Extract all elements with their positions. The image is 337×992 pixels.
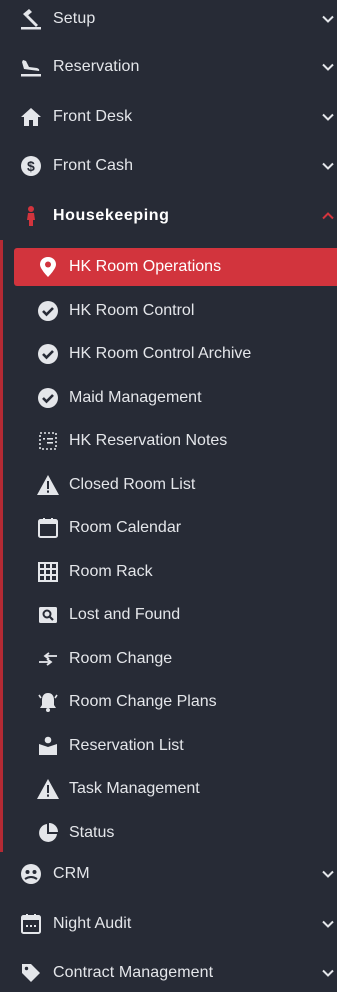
submenu-label: HK Room Control Archive [69, 345, 252, 362]
submenu-item-room-change[interactable]: Room Change [0, 640, 337, 678]
submenu-label: Room Calendar [69, 519, 182, 536]
search-box-icon [36, 603, 60, 627]
nav-label: CRM [53, 865, 90, 882]
submenu-item-hk-reservation-notes[interactable]: HK Reservation Notes [0, 422, 337, 460]
nav-item-contract-management[interactable]: Contract Management [0, 954, 337, 992]
hammer-icon [20, 8, 42, 30]
tag-icon [20, 962, 42, 984]
calendar-dots-icon [20, 913, 42, 935]
submenu-item-room-calendar[interactable]: Room Calendar [0, 509, 337, 547]
submenu-item-hk-room-operations[interactable]: HK Room Operations [14, 248, 337, 286]
bell-alert-icon [36, 690, 60, 714]
submenu-label: Reservation List [69, 737, 184, 754]
chevron-down-icon [322, 113, 334, 121]
submenu-item-hk-room-control[interactable]: HK Room Control [0, 292, 337, 330]
submenu-label: HK Room Control [69, 302, 195, 319]
nav-item-setup[interactable]: Setup [0, 0, 337, 38]
submenu-item-maid-management[interactable]: Maid Management [0, 379, 337, 417]
plane-landing-icon [20, 56, 42, 78]
swap-arrows-icon [36, 647, 60, 671]
warning-icon [36, 777, 60, 801]
submenu-item-lost-and-found[interactable]: Lost and Found [0, 596, 337, 634]
submenu-item-room-rack[interactable]: Room Rack [0, 553, 337, 591]
submenu-label: Room Change [69, 650, 173, 667]
nav-item-crm[interactable]: CRM [0, 855, 337, 893]
chevron-down-icon [322, 15, 334, 23]
submenu-item-room-change-plans[interactable]: Room Change Plans [0, 683, 337, 721]
submenu-item-hk-room-control-archive[interactable]: HK Room Control Archive [0, 335, 337, 373]
map-marker-icon [36, 255, 60, 279]
submenu-label: Closed Room List [69, 476, 196, 493]
nav-label: Housekeeping [53, 207, 170, 224]
nav-label: Night Audit [53, 915, 132, 932]
nav-label: Setup [53, 10, 96, 27]
submenu-label: Maid Management [69, 389, 202, 406]
submenu-label: Room Rack [69, 563, 153, 580]
check-circle-icon [36, 386, 60, 410]
chevron-down-icon [322, 920, 334, 928]
submenu-label: Task Management [69, 780, 200, 797]
warning-icon [36, 473, 60, 497]
crm-icon [20, 863, 42, 885]
nav-item-front-cash[interactable]: $ Front Cash [0, 147, 337, 185]
nav-item-front-desk[interactable]: Front Desk [0, 98, 337, 136]
chevron-up-icon [322, 212, 334, 220]
check-circle-icon [36, 299, 60, 323]
grid-icon [36, 560, 60, 584]
chevron-down-icon [322, 63, 334, 71]
submenu-item-status[interactable]: Status [0, 814, 337, 852]
check-circle-icon [36, 342, 60, 366]
chevron-down-icon [322, 870, 334, 878]
chevron-down-icon [322, 969, 334, 977]
dollar-circle-icon: $ [20, 155, 42, 177]
home-icon [20, 106, 42, 128]
nav-item-reservation[interactable]: Reservation [0, 48, 337, 86]
nav-label: Contract Management [53, 964, 214, 981]
calendar-icon [36, 516, 60, 540]
person-box-icon [36, 734, 60, 758]
submenu-item-closed-room-list[interactable]: Closed Room List [0, 466, 337, 504]
svg-text:$: $ [27, 158, 35, 174]
chevron-down-icon [322, 162, 334, 170]
submenu-label: Lost and Found [69, 606, 181, 623]
nav-label: Front Desk [53, 108, 133, 125]
submenu-label: Status [69, 824, 115, 841]
maid-icon [20, 205, 42, 227]
submenu-item-reservation-list[interactable]: Reservation List [0, 727, 337, 765]
sidebar-nav: Setup Reservation Front Desk $ Front Cas… [0, 0, 337, 984]
submenu-item-task-management[interactable]: Task Management [0, 770, 337, 808]
notes-icon [36, 429, 60, 453]
nav-item-night-audit[interactable]: Night Audit [0, 905, 337, 943]
nav-item-housekeeping[interactable]: Housekeeping [0, 197, 337, 235]
nav-label: Reservation [53, 58, 140, 75]
submenu-label: Room Change Plans [69, 693, 217, 710]
submenu-label: HK Reservation Notes [69, 432, 228, 449]
pie-chart-icon [36, 821, 60, 845]
nav-label: Front Cash [53, 157, 134, 174]
submenu-label: HK Room Operations [69, 258, 222, 275]
